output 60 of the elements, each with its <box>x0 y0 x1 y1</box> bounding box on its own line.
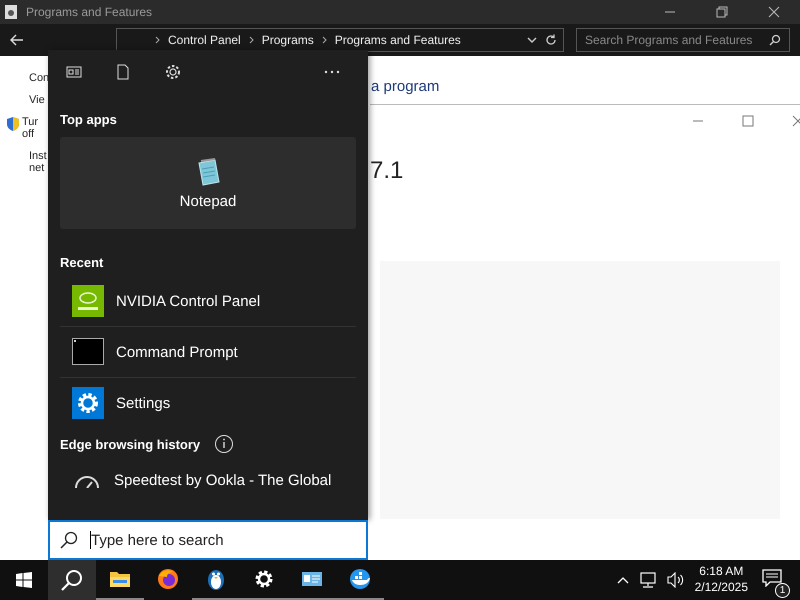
section-heading: Recent <box>60 255 104 270</box>
back-icon[interactable] <box>10 34 24 46</box>
window-app-icon <box>4 4 18 20</box>
settings-icon[interactable] <box>164 63 182 81</box>
section-heading: Edge browsing history <box>60 436 200 452</box>
breadcrumb[interactable]: Programs <box>262 33 314 47</box>
gear-icon <box>254 569 274 589</box>
recent-item[interactable]: NVIDIA Control Panel <box>60 276 356 326</box>
window-title: Programs and Features <box>26 5 152 19</box>
more-icon[interactable] <box>324 70 340 74</box>
windows-logo-icon <box>16 572 32 588</box>
chevron-up-icon[interactable] <box>616 576 629 584</box>
search-icon <box>60 531 78 549</box>
recent-item[interactable]: Command Prompt <box>60 326 356 377</box>
search-button[interactable] <box>48 560 96 600</box>
close-icon[interactable] <box>768 6 780 18</box>
document-icon[interactable] <box>116 64 130 80</box>
eye-logo-icon <box>72 285 104 317</box>
fox-globe-icon <box>157 568 179 590</box>
news-icon[interactable] <box>66 65 82 79</box>
shield-icon <box>6 116 20 132</box>
clock-time: 6:18 AM <box>699 564 744 580</box>
refresh-icon[interactable] <box>545 34 557 46</box>
restore-icon[interactable] <box>716 6 728 18</box>
terminal-icon <box>72 336 104 368</box>
dropdown-icon[interactable] <box>527 36 537 44</box>
folder-icon <box>109 570 131 588</box>
sidebar-link[interactable]: Inst <box>29 150 47 162</box>
breadcrumb[interactable]: Control Panel <box>168 33 241 47</box>
penguin-icon <box>206 567 226 591</box>
volume-icon[interactable] <box>666 572 685 588</box>
whale-icon <box>348 569 372 589</box>
sidebar-link[interactable]: net <box>29 162 47 174</box>
sidebar-link[interactable]: Tur <box>22 116 38 128</box>
id-card-icon <box>301 570 323 588</box>
dialog-heading: 7.1 <box>370 157 404 185</box>
chevron-icon <box>248 36 254 44</box>
chevron-icon <box>322 36 327 44</box>
speedometer-icon <box>74 474 100 488</box>
breadcrumb[interactable]: Programs and Features <box>334 33 461 47</box>
notification-icon[interactable] <box>762 568 782 586</box>
clock[interactable]: 6:18 AM 2/12/2025 <box>694 564 748 596</box>
app-tile[interactable]: Notepad <box>60 137 356 229</box>
chevron-icon <box>155 36 160 44</box>
search-field[interactable]: Search Programs and Features <box>576 28 790 52</box>
clock-date: 2/12/2025 <box>694 580 748 596</box>
history-item[interactable]: Speedtest by Ookla - The Global <box>60 472 356 489</box>
gear-icon <box>72 387 104 419</box>
network-icon[interactable] <box>638 572 657 588</box>
search-icon <box>769 34 781 46</box>
page-heading-link[interactable]: a program <box>371 78 440 95</box>
maximize-icon[interactable] <box>742 115 754 127</box>
info-icon[interactable] <box>214 434 234 454</box>
notification-badge: 1 <box>775 582 790 598</box>
section-heading: Top apps <box>60 112 118 127</box>
sidebar-link[interactable]: off <box>22 128 38 140</box>
search-icon <box>61 569 83 591</box>
sidebar-link[interactable]: Vie <box>29 94 45 106</box>
recent-item[interactable]: Settings <box>60 377 356 428</box>
search-field[interactable]: Type here to search <box>48 520 368 560</box>
